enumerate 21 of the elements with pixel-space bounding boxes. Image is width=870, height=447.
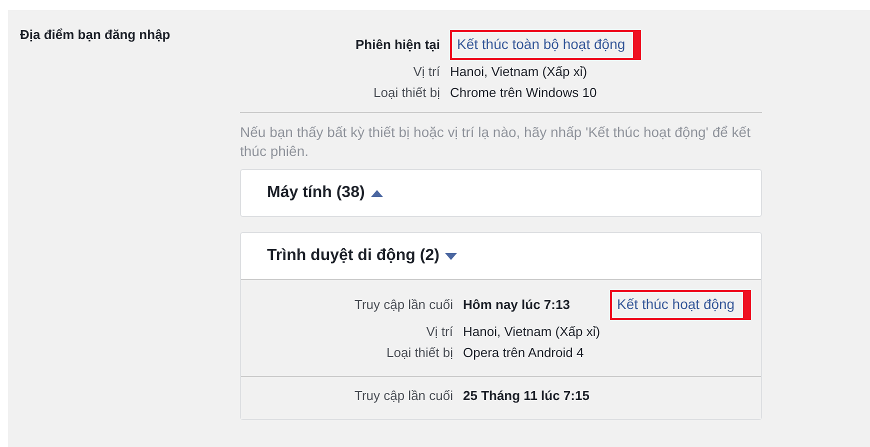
field-value: 25 Tháng 11 lúc 7:15: [463, 387, 590, 405]
field-label: Loại thiết bị: [372, 84, 440, 102]
field-value: Hanoi, Vietnam (Xấp xỉ): [463, 323, 600, 341]
field-label: Truy cập lần cuối: [353, 296, 453, 314]
field-label: Vị trí: [412, 63, 440, 81]
caret-down-icon[interactable]: [445, 252, 458, 260]
hint-text: Nếu bạn thấy bất kỳ thiết bị hoặc vị trí lạ nào, hãy nhấp 'Kết thúc hoạt động' để kết thúc phiên.: [240, 123, 752, 161]
field-value: Chrome trên Windows 10: [450, 84, 598, 102]
section-title: Địa điểm bạn đăng nhập: [20, 26, 172, 44]
group-title[interactable]: Trình duyệt di động (2): [267, 247, 440, 265]
group-title[interactable]: Máy tính (38): [267, 184, 365, 202]
field-value: Hôm nay lúc 7:13: [463, 296, 571, 314]
end-activity-link[interactable]: Kết thúc hoạt động: [610, 290, 751, 320]
end-activity-link[interactable]: Kết thúc toàn bộ hoạt động: [450, 30, 642, 60]
field-label: Vị trí: [425, 323, 453, 341]
field-value: Opera trên Android 4: [463, 344, 585, 362]
field-label: Loại thiết bị: [386, 344, 453, 362]
field-label: Truy cập lần cuối: [353, 387, 453, 405]
caret-up-icon[interactable]: [370, 190, 383, 196]
field-label: Phiên hiện tại: [354, 36, 440, 54]
field-value: Hanoi, Vietnam (Xấp xỉ): [450, 63, 588, 81]
